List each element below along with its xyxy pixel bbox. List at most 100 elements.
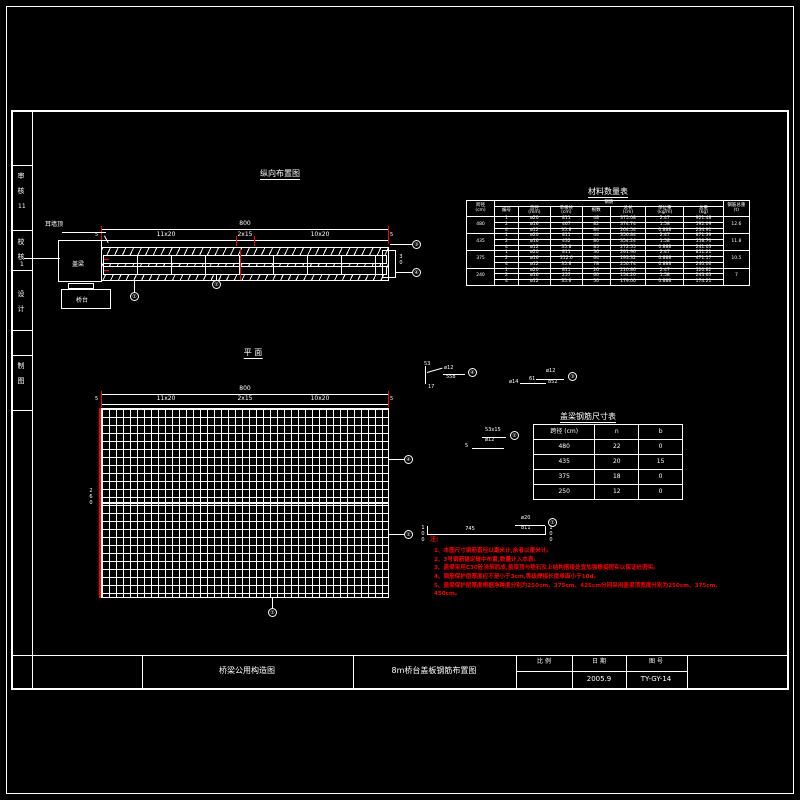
- title-block-left-cell: 桥梁公用构造图: [219, 666, 275, 675]
- elevation-height-label: 30: [398, 254, 404, 266]
- cell-no: 4: [494, 279, 519, 286]
- elevation-dim-total-line: [101, 229, 389, 230]
- elevation-dim-total: 800: [239, 220, 251, 227]
- elevation-dim-right: 10x20: [310, 231, 330, 238]
- elevation-dim-sub-line: [101, 240, 389, 241]
- callout-1-hook-l: [427, 526, 428, 535]
- left-margin-divider-2: [11, 230, 33, 231]
- plan-mesh-band-line: [101, 502, 389, 504]
- cell-n: 12: [594, 484, 640, 500]
- callout-2-dia: ø12: [485, 437, 495, 443]
- note-item: 1、本图尺寸钢筋直径以毫米计,余者以厘米计。: [434, 548, 552, 554]
- cell-dia: ø12: [517, 279, 551, 286]
- elevation-rebar-mark-b: [104, 270, 109, 271]
- cell-span: 375: [532, 469, 596, 485]
- plan-leader-2: ②: [404, 530, 413, 539]
- cell-b: 0: [638, 484, 683, 500]
- cell-total: 12.6: [722, 216, 751, 235]
- plan-edge-marker-left: [99, 408, 101, 598]
- elevation-leader-line-4: [396, 272, 412, 273]
- title-block-mid-rule: [516, 671, 687, 672]
- elevation-stirrups: [103, 255, 387, 275]
- elevation-dim-tick-r: [388, 226, 389, 244]
- th-dims-span: 跨径 (cm): [532, 424, 596, 440]
- cell-b: 0: [638, 469, 683, 485]
- note-item: 2、3号钢筋锚定缝中布置,数量计入本表。: [434, 556, 540, 563]
- elevation-wing-wall-line: [62, 232, 106, 233]
- th-span: 跨径 (cm): [465, 199, 496, 218]
- plan-dim-edge-left: 5: [95, 396, 99, 402]
- callout-3-note: ø14: [509, 379, 519, 385]
- plan-leader-line-2: [389, 534, 404, 535]
- elevation-dim-edge-left: 5: [95, 232, 99, 238]
- plan-leader-line-1: [272, 598, 273, 608]
- callout-1-bar: [427, 534, 545, 535]
- table-rebar-body: 480 1 ø20 811 48 375.08 2.47 921.48 12.6 2 ø16 467 8…: [465, 216, 751, 286]
- cell-n: 20: [594, 454, 640, 470]
- left-margin-sub-0: 11: [18, 203, 26, 210]
- plan-dim-total: 800: [239, 385, 251, 392]
- title-block-field-value-2: TY-GY-14: [640, 675, 672, 683]
- cell-total: 7: [722, 267, 751, 286]
- callout-3-dia: ø12: [546, 368, 556, 374]
- title-block-divider-6: [687, 655, 688, 690]
- left-margin-divider-1: [11, 165, 33, 166]
- table-row: 250 12 0: [532, 484, 683, 500]
- sheet-inner-border: [11, 110, 789, 690]
- cell-span: 480: [465, 216, 496, 235]
- cell-n: 18: [594, 469, 640, 485]
- cell-span: 375: [465, 250, 496, 269]
- title-block-field-label-2: 图 号: [649, 658, 663, 665]
- cell-len: 35.8: [549, 279, 583, 286]
- cell-wt: 174.21: [683, 279, 724, 286]
- th-total: 钢筋总重 (t): [722, 199, 751, 218]
- plan-dim-sub-line: [101, 404, 389, 405]
- elevation-cap-label: 盖梁: [72, 261, 85, 268]
- cell-n: 22: [594, 439, 640, 455]
- left-margin-label-1: 校 核: [17, 238, 25, 260]
- elevation-leader-line-3: [390, 244, 412, 245]
- callout-2-mark: ②: [510, 431, 519, 440]
- elevation-rebar-mark-a: [104, 259, 109, 260]
- cell-cnt: 50: [581, 279, 611, 286]
- callout-1-bottom-len: 745: [465, 526, 475, 532]
- elevation-dim-edge-right: 5: [390, 232, 394, 238]
- callout-4-dia: ø12: [444, 365, 454, 371]
- table-rebar-title: 材料数量表: [588, 187, 628, 198]
- cell-total: 11.8: [722, 233, 751, 252]
- callout-3-note2: 61: [529, 376, 536, 382]
- title-block-field-label-0: 比 例: [537, 658, 551, 665]
- th-dims-b: b: [638, 424, 683, 440]
- title-block-top-rule: [11, 655, 789, 656]
- title-block-divider-4: [572, 655, 573, 690]
- elevation-leader-line-2: [216, 275, 217, 281]
- title-block-divider-5: [626, 655, 627, 690]
- note-item: 5、盖梁保护层厚度根据净跨度分别为250cm、375cm、425cm分别采用盖梁…: [434, 582, 721, 598]
- title-block-divider-1: [142, 655, 143, 690]
- callout-2-len: 53x15: [485, 427, 501, 433]
- cell-span: 435: [465, 233, 496, 252]
- callout-3-len: 852: [548, 379, 558, 385]
- callout-4-note2: 17: [428, 384, 435, 390]
- th-dims-n: n: [594, 424, 640, 440]
- plan-title: 平 面: [243, 348, 263, 359]
- callout-1-len: 811: [521, 525, 531, 531]
- plan-leader-4: ④: [404, 455, 413, 464]
- callout-2-bar: [472, 448, 504, 449]
- table-row: 435 20 15: [532, 454, 683, 470]
- plan-dim-left: 11x20: [156, 395, 176, 402]
- elevation-ground-line: [24, 258, 60, 259]
- cell-b: 0: [638, 439, 683, 455]
- cell-total: 10.5: [722, 250, 751, 269]
- table-dims-title: 盖梁钢筋尺寸表: [560, 412, 616, 423]
- title-block-field-label-1: 日 期: [592, 658, 606, 665]
- plan-leader-line-4: [389, 459, 404, 460]
- table-dims: 跨径 (cm) n b 480 22 0 435 20 15 375 18 0 250 12 0: [532, 424, 683, 500]
- cell-unit: 0.888: [645, 279, 685, 286]
- elevation-leader-2: ②: [212, 280, 221, 289]
- left-margin-column: [11, 110, 33, 690]
- table-row: 375 18 0: [532, 469, 683, 485]
- elevation-leader-1: ①: [130, 292, 139, 301]
- elevation-dim-mid: 2x15: [237, 231, 253, 238]
- elevation-leader-3: ③: [412, 240, 421, 249]
